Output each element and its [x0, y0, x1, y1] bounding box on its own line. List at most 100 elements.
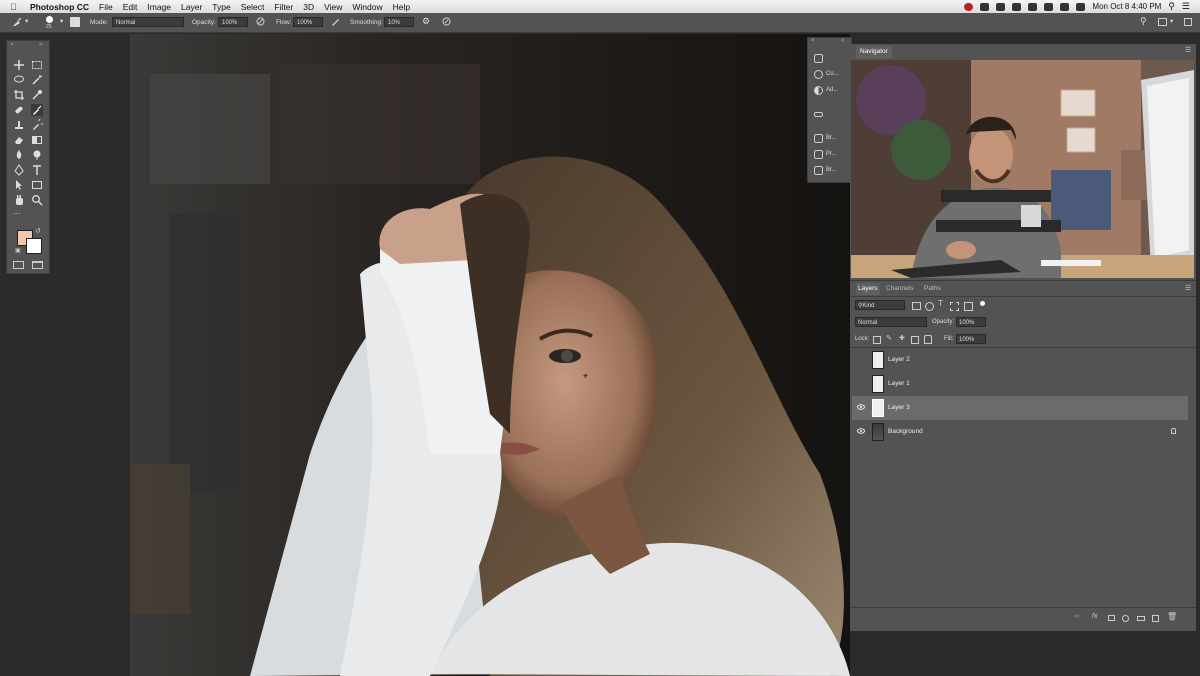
- filter-pixel-icon[interactable]: [912, 302, 921, 310]
- airbrush-icon[interactable]: [331, 17, 340, 26]
- menu-type[interactable]: Type: [212, 2, 230, 12]
- tab-navigator[interactable]: Navigator: [856, 46, 892, 58]
- document-canvas[interactable]: ⌖: [130, 34, 850, 676]
- brush-tool-icon[interactable]: [12, 17, 22, 27]
- notification-center-icon[interactable]: ☰: [1182, 1, 1190, 12]
- panel-menu-icon[interactable]: ☰: [1185, 46, 1191, 54]
- type-tool-icon[interactable]: [31, 164, 43, 176]
- clock[interactable]: Mon Oct 8 4:40 PM: [1092, 2, 1161, 11]
- panel-collapse-icon[interactable]: »: [39, 42, 42, 48]
- app-menu[interactable]: Photoshop CC: [30, 2, 89, 12]
- filter-shape-icon[interactable]: [950, 302, 959, 311]
- flow-field[interactable]: 100%: [293, 17, 323, 27]
- menu-help[interactable]: Help: [393, 2, 410, 12]
- lock-position-icon[interactable]: ✚: [899, 334, 905, 342]
- visibility-eye-icon[interactable]: [857, 428, 865, 434]
- pressure-opacity-icon[interactable]: [256, 17, 265, 26]
- bluetooth-icon[interactable]: [1060, 2, 1070, 11]
- new-adjustment-icon[interactable]: [1122, 615, 1129, 622]
- eyedropper-tool-icon[interactable]: [31, 89, 43, 101]
- eraser-tool-icon[interactable]: [13, 134, 25, 146]
- filter-toggle-icon[interactable]: [980, 301, 985, 306]
- blend-mode-select[interactable]: Normal: [855, 317, 927, 327]
- dropbox-icon[interactable]: [1028, 2, 1038, 11]
- fill-field[interactable]: 100%: [956, 334, 986, 344]
- dropdown-arrow-icon[interactable]: ▾: [25, 17, 28, 25]
- lock-image-icon[interactable]: ✎: [886, 334, 892, 342]
- dodge-tool-icon[interactable]: [31, 149, 43, 161]
- filter-type-icon[interactable]: T: [938, 299, 943, 308]
- lock-icon[interactable]: [1171, 428, 1176, 434]
- strip-ruler[interactable]: [814, 108, 826, 120]
- pressure-size-icon[interactable]: [442, 17, 451, 26]
- brush-tool-icon[interactable]: [31, 104, 43, 116]
- menu-3d[interactable]: 3D: [303, 2, 314, 12]
- strip-properties[interactable]: Pr...: [814, 148, 837, 160]
- strip-brush-settings[interactable]: Br...: [814, 132, 837, 144]
- layer-name[interactable]: Layer 2: [888, 356, 910, 363]
- blur-tool-icon[interactable]: [13, 149, 25, 161]
- workspace-icon[interactable]: [1158, 18, 1167, 26]
- strip-adjustments[interactable]: Ad...: [814, 84, 838, 96]
- workspace-arrow-icon[interactable]: ▾: [1170, 17, 1173, 25]
- brush-panel-toggle-icon[interactable]: [70, 17, 80, 27]
- layer-name[interactable]: Layer 3: [888, 404, 910, 411]
- layer-row[interactable]: Layer 2: [852, 348, 1188, 372]
- layer-row-selected[interactable]: Layer 3: [852, 396, 1188, 420]
- hand-tool-icon[interactable]: [13, 194, 25, 206]
- navigator-preview[interactable]: [851, 60, 1194, 278]
- menu-edit[interactable]: Edit: [123, 2, 138, 12]
- link-layers-icon[interactable]: ∞: [1074, 613, 1079, 620]
- menu-filter[interactable]: Filter: [274, 2, 293, 12]
- brush-preset-arrow-icon[interactable]: ▾: [60, 17, 63, 25]
- creative-cloud-icon[interactable]: [1012, 2, 1022, 11]
- new-layer-icon[interactable]: [1152, 615, 1159, 622]
- strip-history[interactable]: [814, 52, 826, 64]
- default-colors-icon[interactable]: ▣: [15, 247, 21, 254]
- filter-kind-select[interactable]: ⚲Kind: [855, 300, 905, 310]
- tab-paths[interactable]: Paths: [924, 283, 941, 295]
- gradient-tool-icon[interactable]: [31, 134, 43, 146]
- spotlight-icon[interactable]: ⚲: [1168, 1, 1175, 12]
- panel-menu-icon[interactable]: ☰: [1185, 284, 1191, 292]
- layer-row[interactable]: Background: [852, 420, 1188, 444]
- healing-brush-tool-icon[interactable]: [13, 104, 25, 116]
- layer-name[interactable]: Background: [888, 428, 923, 435]
- panel-expand-icon[interactable]: «: [841, 38, 844, 44]
- filter-smart-object-icon[interactable]: [964, 302, 973, 311]
- tab-channels[interactable]: Channels: [886, 283, 913, 295]
- menu-image[interactable]: Image: [147, 2, 171, 12]
- share-icon[interactable]: [1184, 18, 1192, 26]
- airplay-icon[interactable]: [1044, 2, 1054, 11]
- magic-wand-tool-icon[interactable]: [31, 74, 43, 86]
- edit-toolbar-icon[interactable]: ···: [13, 209, 21, 218]
- fx-icon[interactable]: fx: [1092, 613, 1097, 620]
- add-mask-icon[interactable]: [1108, 615, 1115, 621]
- search-icon[interactable]: ⚲: [1140, 16, 1147, 27]
- background-color-swatch[interactable]: [26, 238, 42, 254]
- menu-file[interactable]: File: [99, 2, 113, 12]
- rectangle-tool-icon[interactable]: [31, 179, 43, 191]
- opacity-field[interactable]: 100%: [218, 17, 248, 27]
- mode-select[interactable]: Normal: [112, 17, 184, 27]
- panel-close-icon[interactable]: ×: [10, 42, 14, 48]
- lock-artboard-icon[interactable]: [911, 336, 919, 344]
- smoothing-settings-icon[interactable]: ⚙: [422, 16, 430, 27]
- apple-icon[interactable]: : [10, 2, 22, 12]
- strip-color[interactable]: Co...: [814, 68, 839, 80]
- smoothing-field[interactable]: 10%: [384, 17, 414, 27]
- zoom-tool-icon[interactable]: [31, 194, 43, 206]
- quick-mask-icon[interactable]: [13, 261, 24, 269]
- record-icon[interactable]: [964, 2, 974, 11]
- marquee-tool-icon[interactable]: [31, 59, 43, 71]
- strip-brushes[interactable]: Br...: [814, 164, 837, 176]
- tab-layers[interactable]: Layers: [856, 283, 880, 295]
- lasso-tool-icon[interactable]: [13, 74, 25, 86]
- move-tool-icon[interactable]: [13, 59, 25, 71]
- lock-all-icon[interactable]: [924, 335, 932, 344]
- layer-opacity-field[interactable]: 100%: [956, 317, 986, 327]
- brush-preview-icon[interactable]: [46, 16, 53, 23]
- panel-close-icon[interactable]: ×: [811, 38, 815, 44]
- cloud-icon[interactable]: [980, 2, 990, 11]
- new-group-icon[interactable]: [1137, 616, 1145, 621]
